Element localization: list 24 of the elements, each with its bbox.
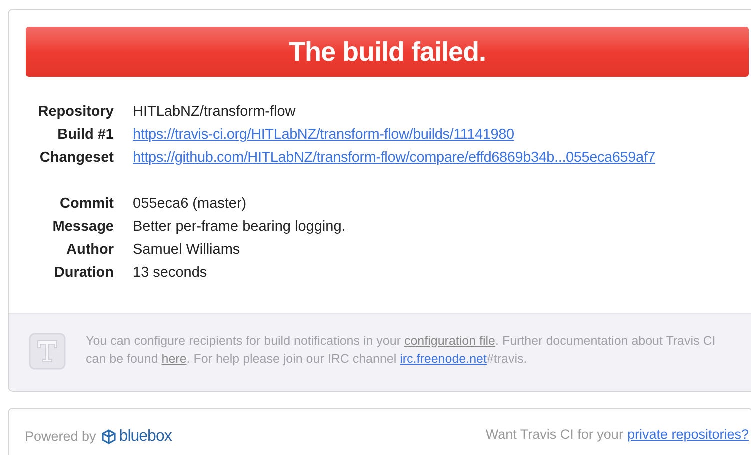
letter-t-icon — [29, 333, 66, 370]
field-label: Changeset — [38, 148, 114, 168]
field-value: HITLabNZ/transform-flow — [133, 102, 296, 122]
field-label: Build #1 — [56, 126, 114, 145]
promo-text: Want Travis CI for your — [486, 426, 624, 444]
field-label: Duration — [53, 264, 114, 283]
doc-link[interactable]: here — [162, 352, 187, 366]
sponsor-logo: bluebox — [101, 425, 172, 449]
field-value: 13 seconds — [133, 264, 208, 283]
irc-link[interactable]: irc.freenode.net — [400, 352, 487, 366]
private-repositories-link[interactable]: private repositories? — [627, 425, 749, 446]
powered-by-text: Powered by — [25, 428, 96, 446]
banner-title: The build failed. — [288, 36, 486, 69]
url-link[interactable]: https://github.com/HITLabNZ/transform-flow/compare/effd6869b34b...055eca659af7 — [133, 148, 656, 170]
field-value: 055eca6 (master) — [133, 194, 247, 214]
notice-text: You can configure recipients for build notifications in your configuration file. Further documentation about Travis CI can be found here. For help please join our IRC channel irc.freenode.net#travis. — [86, 333, 717, 368]
field-label: Author — [65, 240, 114, 260]
field-label: Commit — [59, 194, 114, 214]
url-link[interactable]: https://travis-ci.org/HITLabNZ/transform-flow/builds/11141980 — [133, 124, 514, 146]
field-value: Better per-frame bearing logging. — [133, 218, 346, 237]
field-value: Samuel Williams — [133, 240, 240, 260]
field-label: Message — [52, 218, 114, 237]
doc-link[interactable]: configuration file — [404, 334, 496, 348]
field-label: Repository — [37, 102, 114, 122]
